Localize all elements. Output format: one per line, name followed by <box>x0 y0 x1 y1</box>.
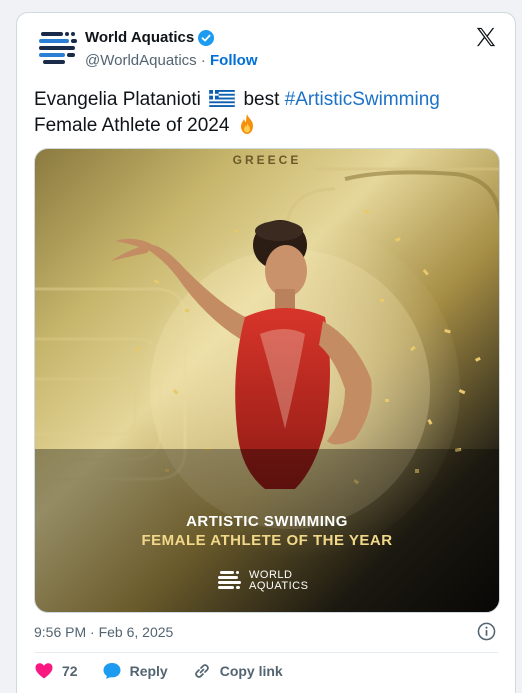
hashtag-link[interactable]: #ArtisticSwimming <box>285 89 440 110</box>
follow-button[interactable]: Follow <box>210 52 258 69</box>
greece-flag-icon <box>209 90 235 107</box>
account-name-row: World Aquatics <box>85 29 215 46</box>
tweet-text: Evangelia Platanioti best #ArtisticSwimm… <box>34 87 504 139</box>
tweet-text-part2: best <box>238 89 285 110</box>
like-button[interactable]: 72 <box>34 661 78 681</box>
copy-link-label: Copy link <box>219 663 283 679</box>
footer-divider <box>34 652 498 653</box>
reply-button[interactable]: Reply <box>102 661 168 681</box>
verified-badge-icon <box>198 29 215 46</box>
world-aquatics-brand: WORLD AQUATICS <box>217 569 308 593</box>
brand-line2: AQUATICS <box>249 580 309 592</box>
tweet-text-part1: Evangelia Platanioti <box>34 89 201 110</box>
fire-emoji-icon <box>240 114 253 134</box>
brand-wordmark: WORLD AQUATICS <box>249 570 308 592</box>
tweet-timestamp[interactable]: 9:56 PM · Feb 6, 2025 <box>34 624 173 640</box>
copy-link-button[interactable]: Copy link <box>192 661 283 681</box>
tweet-actions: 72 Reply Copy link <box>34 661 307 681</box>
world-aquatics-logo-icon <box>218 571 241 589</box>
tweet-media-image[interactable]: GREECE ARTISTIC SWIMMING FEMALE ATHLETE … <box>34 148 500 613</box>
info-icon[interactable] <box>477 622 496 641</box>
account-name[interactable]: World Aquatics <box>85 29 194 46</box>
heart-icon <box>35 663 53 679</box>
tweet-text-line2: Female Athlete of 2024 <box>34 115 230 136</box>
handle-separator: · <box>196 52 211 69</box>
like-count: 72 <box>62 663 78 679</box>
award-title: FEMALE ATHLETE OF THE YEAR <box>141 532 393 549</box>
reply-bubble-icon <box>103 663 121 679</box>
x-logo-icon[interactable] <box>475 26 497 48</box>
account-handle[interactable]: @WorldAquatics <box>85 52 197 69</box>
country-label: GREECE <box>232 153 302 167</box>
award-category: ARTISTIC SWIMMING <box>186 513 348 530</box>
link-icon <box>194 664 209 678</box>
reply-label: Reply <box>129 663 168 679</box>
world-aquatics-avatar[interactable] <box>37 26 79 68</box>
embedded-tweet-card: World Aquatics @WorldAquatics · Follow E… <box>16 12 516 693</box>
handle-row: @WorldAquatics · Follow <box>85 52 258 69</box>
